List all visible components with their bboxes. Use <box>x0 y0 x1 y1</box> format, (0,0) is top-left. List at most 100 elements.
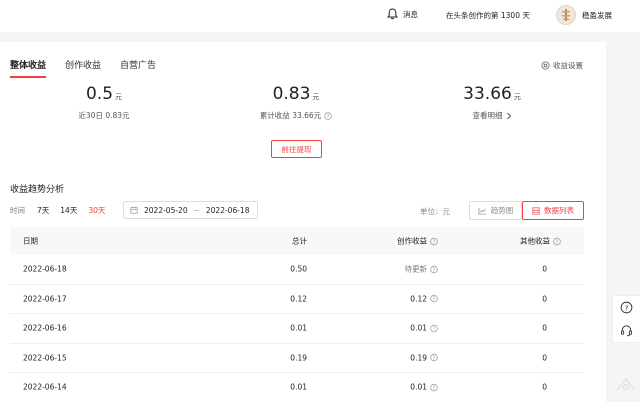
stat-total-value: 0.83 <box>272 84 311 104</box>
svg-text:?: ? <box>433 239 436 245</box>
withdraw-button[interactable]: 前往提现 <box>271 140 322 158</box>
avatar-logo-icon <box>562 9 570 21</box>
svg-text:?: ? <box>433 267 436 273</box>
stat-recent-value: 0.5 <box>85 84 114 104</box>
cell-date: 2022-06-17 <box>23 294 67 304</box>
cell-creation: 待更新 ? <box>405 264 439 275</box>
stat-total: 0.83 元 累计收益 33.66元 ? <box>236 84 356 121</box>
info-icon[interactable]: ? <box>430 354 438 362</box>
tab-overall-revenue[interactable]: 整体收益 <box>10 58 47 78</box>
time-filter-label: 时间 <box>10 205 25 215</box>
tab-creation-revenue[interactable]: 创作收益 <box>65 58 101 78</box>
cell-creation: 0.01 ? <box>410 324 438 333</box>
cell-other-value: 0 <box>542 294 547 304</box>
cell-creation-value: 0.01 <box>410 382 427 392</box>
info-icon[interactable]: ? <box>553 237 561 245</box>
cell-other: 0 <box>542 383 561 392</box>
cell-date: 2022-06-18 <box>23 264 67 274</box>
svg-text:?: ? <box>433 356 436 362</box>
filter-14-days[interactable]: 14天 <box>60 205 77 216</box>
cell-creation-value: 待更新 <box>404 264 428 274</box>
revenue-panel: 整体收益 创作收益 自营广告 收益设置 0.5 元 近30日 0.83元 0.83… <box>0 42 606 402</box>
time-filter: 时间 7天 14天 30天 <box>10 202 116 218</box>
unit-label: 单位：元 <box>420 207 450 216</box>
trend-view-label: 趋势图 <box>490 206 514 215</box>
trend-view-button[interactable]: 趋势图 <box>469 201 522 220</box>
headset-icon[interactable] <box>620 324 633 337</box>
cell-total: 0.01 <box>290 323 307 333</box>
table-row: 2022-06-16 0.01 0.01 ? 0 <box>10 314 584 344</box>
section-title: 收益趋势分析 <box>10 185 65 195</box>
stat-total-unit: 元 <box>312 93 320 101</box>
view-details-label: 查看明细 <box>472 111 503 120</box>
info-icon[interactable]: ? <box>430 265 438 273</box>
info-icon[interactable]: ? <box>430 383 438 391</box>
creation-days-text: 在头条创作的第 1300 天 <box>446 11 530 20</box>
list-view-button[interactable]: 数据列表 <box>522 201 584 220</box>
svg-text:?: ? <box>433 385 436 391</box>
table-row: 2022-06-18 0.50 待更新 ? 0 <box>10 255 584 285</box>
header-other-label: 其他收益 <box>520 236 550 246</box>
stat-recent: 0.5 元 近30日 0.83元 <box>44 84 164 121</box>
side-toolbar: ? <box>612 295 640 343</box>
stat-balance-value: 33.66 <box>463 84 512 104</box>
revenue-settings-link[interactable]: 收益设置 <box>541 60 583 71</box>
cell-creation-value: 0.01 <box>410 323 427 333</box>
avatar[interactable] <box>556 5 576 25</box>
table-header: 日期 总计 创作收益 ? 其他收益 ? <box>10 227 584 255</box>
table-row: 2022-06-14 0.01 0.01 ? 0 <box>10 373 584 402</box>
date-end: 2022-06-18 <box>205 205 250 215</box>
revenue-tabs: 整体收益 创作收益 自营广告 <box>10 58 175 78</box>
help-icon[interactable]: ? <box>620 301 633 314</box>
stat-balance-unit: 元 <box>513 93 521 101</box>
filter-7-days[interactable]: 7天 <box>37 205 49 216</box>
cell-creation-value: 0.19 <box>410 353 427 363</box>
stat-recent-sub: 近30日 0.83元 <box>78 111 130 120</box>
list-icon <box>532 206 540 215</box>
svg-text:?: ? <box>327 113 330 119</box>
date-start: 2022-05-20 <box>144 205 188 215</box>
info-icon[interactable]: ? <box>430 295 438 303</box>
username: 稳盈发展 <box>582 10 612 20</box>
header-creation: 创作收益 ? <box>397 236 438 247</box>
stat-balance: 33.66 元 查看明细 <box>432 84 552 121</box>
cell-date: 2022-06-16 <box>23 323 67 333</box>
svg-text:?: ? <box>433 297 436 303</box>
stat-recent-unit: 元 <box>115 93 123 101</box>
cell-date: 2022-06-14 <box>23 382 67 392</box>
info-icon[interactable]: ? <box>324 111 332 120</box>
svg-text:?: ? <box>556 239 559 245</box>
notifications-button[interactable]: 消息 <box>387 8 418 20</box>
view-details-link[interactable]: 查看明细 <box>432 110 552 121</box>
svg-text:?: ? <box>433 326 436 332</box>
filter-30-days[interactable]: 30天 <box>88 205 105 216</box>
svg-text:?: ? <box>625 303 629 312</box>
chevron-right-icon <box>506 112 511 119</box>
info-icon[interactable]: ? <box>430 237 438 245</box>
trend-chart-icon <box>478 207 486 215</box>
table-row: 2022-06-15 0.19 0.19 ? 0 <box>10 344 584 373</box>
cell-other-value: 0 <box>542 323 547 333</box>
date-range-picker[interactable]: 2022-05-20 ~ 2022-06-18 <box>123 201 258 219</box>
info-icon[interactable]: ? <box>430 324 438 332</box>
header-date: 日期 <box>23 236 38 246</box>
notifications-label: 消息 <box>403 9 418 19</box>
calendar-icon <box>130 206 138 214</box>
list-view-label: 数据列表 <box>544 206 574 215</box>
cell-other: 0 <box>542 265 561 274</box>
tab-self-ads[interactable]: 自营广告 <box>120 58 156 78</box>
settings-icon <box>541 61 550 70</box>
cell-total: 0.19 <box>290 353 307 363</box>
cell-creation-value: 0.12 <box>410 294 427 304</box>
cell-other-value: 0 <box>542 382 547 392</box>
cell-other: 0 <box>542 324 561 333</box>
header-other: 其他收益 ? <box>520 236 561 247</box>
cell-creation: 0.01 ? <box>410 383 438 392</box>
user-menu[interactable]: 稳盈发展 <box>556 5 612 25</box>
top-bar: 消息 在头条创作的第 1300 天 稳盈发展 <box>0 0 640 32</box>
cell-creation: 0.12 ? <box>410 294 438 303</box>
cell-date: 2022-06-15 <box>23 353 67 363</box>
header-creation-label: 创作收益 <box>397 236 427 246</box>
table-row: 2022-06-17 0.12 0.12 ? 0 <box>10 285 584 314</box>
date-separator: ~ <box>193 205 200 215</box>
